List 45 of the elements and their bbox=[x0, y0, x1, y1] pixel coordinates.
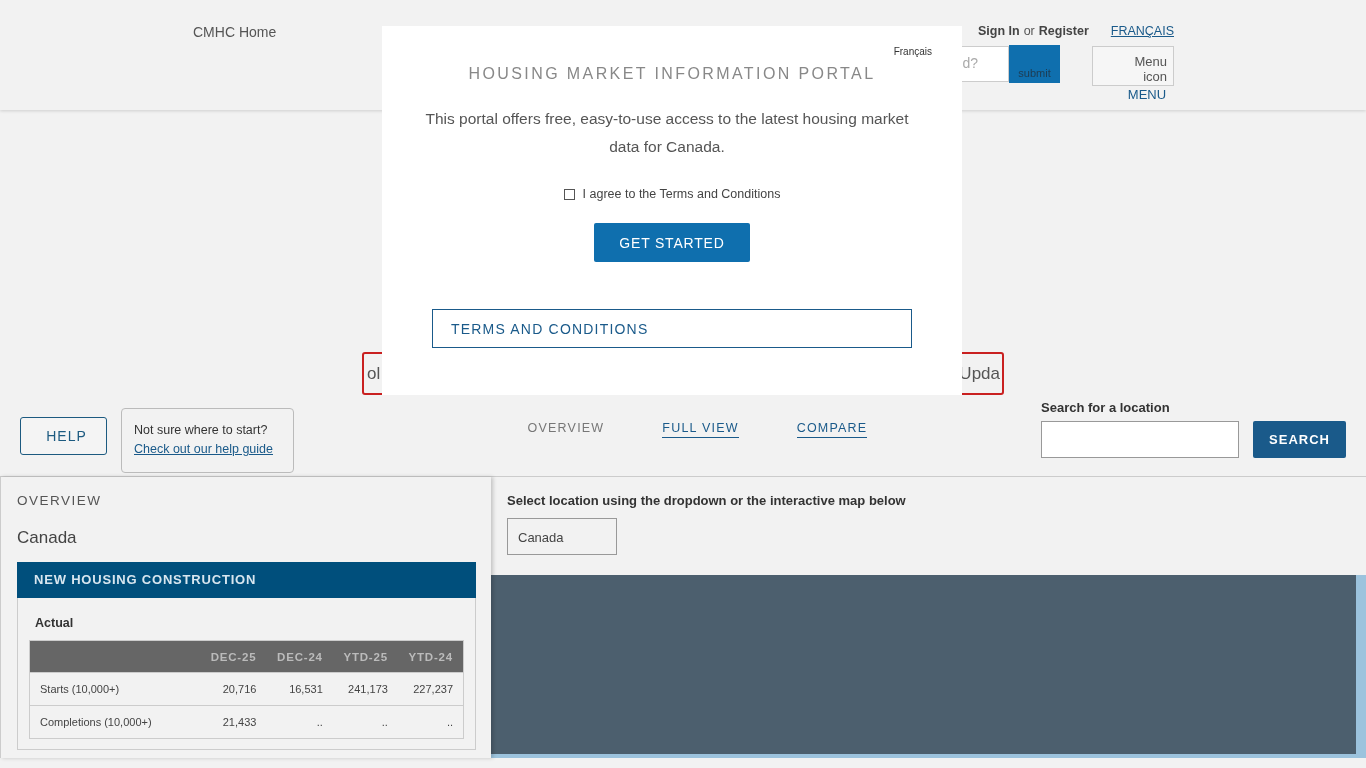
table-cell: 241,173 bbox=[332, 672, 398, 706]
help-guide-link[interactable]: Check out our help guide bbox=[134, 440, 273, 459]
search-button[interactable]: SEARCH bbox=[1253, 421, 1346, 458]
view-tab[interactable]: FULL VIEW bbox=[662, 421, 739, 438]
tooltip-text: Not sure where to start? bbox=[134, 422, 269, 439]
language-link[interactable]: Français bbox=[893, 46, 932, 57]
language-link[interactable]: FRANÇAIS bbox=[1110, 24, 1174, 38]
column-header: YTD-25 bbox=[332, 640, 398, 673]
dialog-title: HOUSING MARKET INFORMATION PORTAL bbox=[468, 65, 876, 83]
dropdown-label: Select location using the dropdown or the interactive map below bbox=[507, 493, 906, 508]
view-tab[interactable]: COMPARE bbox=[796, 421, 868, 438]
table-cell: 20,716 bbox=[200, 672, 267, 706]
menu-button[interactable]: Menu icon bbox=[1092, 46, 1174, 86]
register-link[interactable]: Register bbox=[1038, 24, 1089, 38]
table-cell: 16,531 bbox=[266, 672, 333, 706]
menu-label: MENU bbox=[1127, 87, 1167, 102]
agree-label[interactable]: I agree to the Terms and Conditions bbox=[582, 187, 781, 201]
table-cell: 21,433 bbox=[200, 705, 267, 739]
column-header: DEC-24 bbox=[266, 640, 333, 673]
location-title: Canada bbox=[17, 528, 78, 548]
panel-heading: OVERVIEW bbox=[17, 493, 103, 508]
help-button[interactable]: HELP bbox=[20, 416, 107, 455]
search-label: Search for a location bbox=[1041, 400, 1171, 415]
location-search-field[interactable] bbox=[1041, 421, 1239, 458]
banner-text: ol bbox=[367, 363, 381, 384]
table-cell: .. bbox=[397, 705, 464, 739]
table-cell: 227,237 bbox=[397, 672, 464, 706]
or-text: or bbox=[1023, 24, 1035, 38]
table-cell: .. bbox=[332, 705, 398, 739]
row-label: Starts (10,000+) bbox=[29, 672, 200, 706]
row-label: Completions (10,000+) bbox=[29, 705, 200, 739]
table-cell: .. bbox=[266, 705, 333, 739]
get-started-button[interactable]: GET STARTED bbox=[594, 223, 750, 262]
view-tab[interactable]: OVERVIEW bbox=[527, 421, 605, 438]
column-header: DEC-25 bbox=[200, 640, 267, 673]
section-header: NEW HOUSING CONSTRUCTION bbox=[17, 562, 476, 598]
map-area[interactable] bbox=[491, 575, 1366, 758]
dialog-description: This portal offers free, easy-to-use access to the latest housing market data for Canada. bbox=[424, 109, 910, 157]
table-subtitle: Actual bbox=[34, 616, 75, 630]
logo-alt-text[interactable]: CMHC Home bbox=[193, 24, 277, 40]
location-dropdown[interactable]: Canada bbox=[507, 518, 617, 555]
agree-checkbox[interactable] bbox=[563, 188, 575, 200]
sign-in-link[interactable]: Sign In bbox=[977, 24, 1020, 38]
column-header: YTD-24 bbox=[397, 640, 464, 673]
terms-button[interactable]: TERMS AND CONDITIONS bbox=[432, 309, 912, 348]
